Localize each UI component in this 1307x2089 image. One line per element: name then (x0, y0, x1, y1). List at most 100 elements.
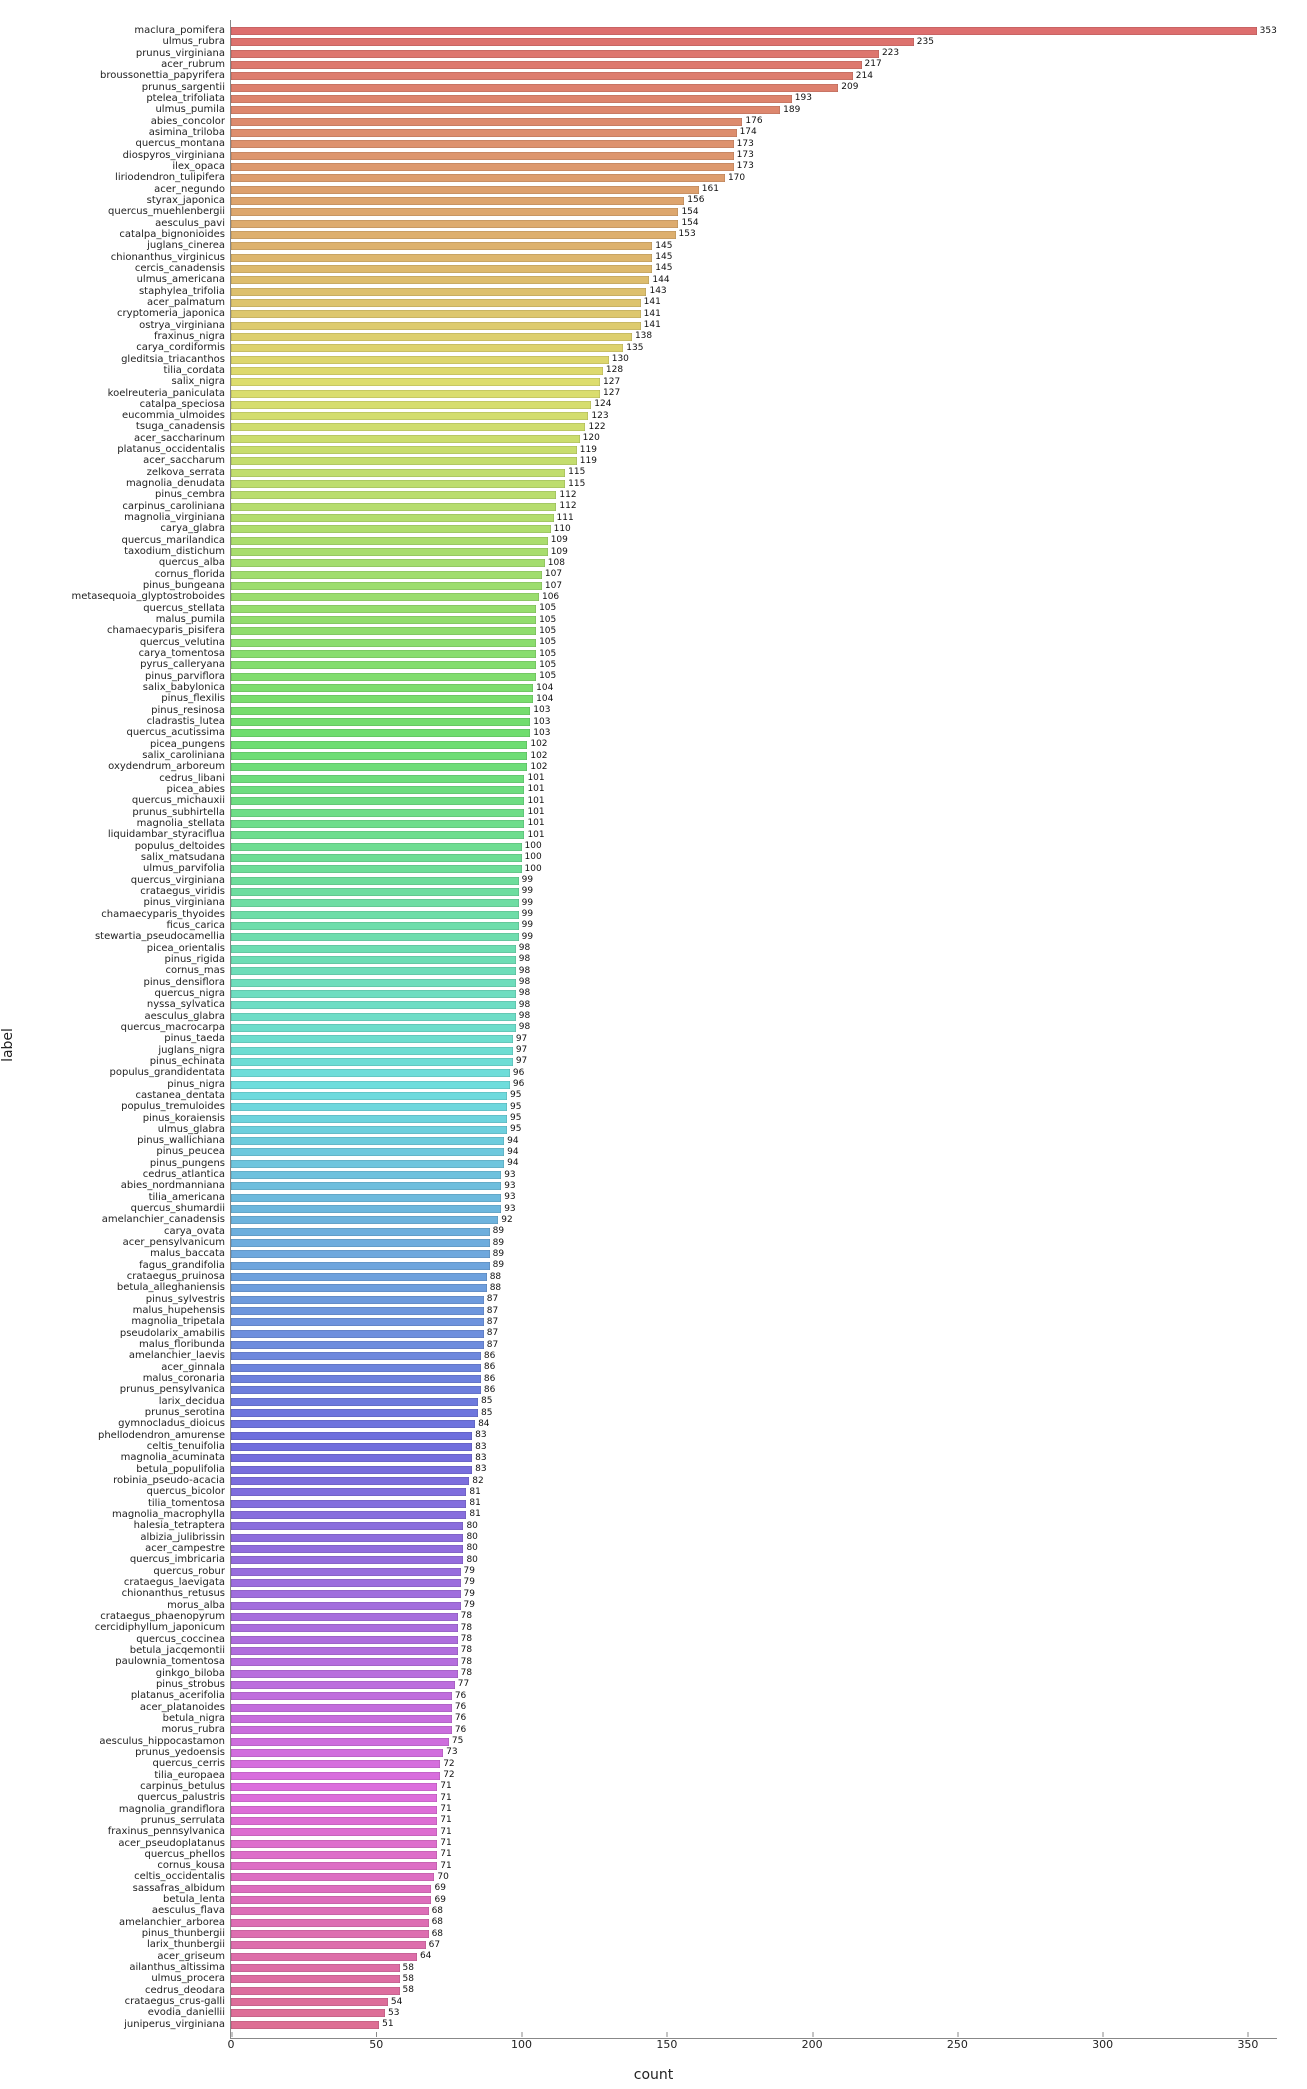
y-tick-label: pinus_sylvestris (146, 1295, 231, 1305)
x-tick-label: 100 (511, 2038, 532, 2051)
bar-value-label: 103 (533, 718, 550, 727)
bar (231, 106, 780, 114)
y-tick-label: aesculus_flava (152, 1906, 231, 1916)
bar (231, 129, 737, 137)
bar-row: fagus_grandifolia89 (231, 1261, 1277, 1271)
bar (231, 729, 530, 737)
bar-row: asimina_triloba174 (231, 128, 1277, 138)
bar-value-label: 93 (504, 1193, 515, 1202)
bar (231, 1873, 434, 1881)
y-tick-label: malus_floribunda (139, 1340, 231, 1350)
y-tick-label: picea_orientalis (147, 944, 231, 954)
y-tick-label: salix_nigra (171, 377, 231, 387)
bar-row: cedrus_libani101 (231, 774, 1277, 784)
y-tick-label: quercus_stellata (143, 604, 231, 614)
bar-row: quercus_nigra98 (231, 989, 1277, 999)
bar-row: aesculus_pavi154 (231, 219, 1277, 229)
bar-row: prunus_pensylvanica86 (231, 1385, 1277, 1395)
bar (231, 38, 914, 46)
bar-row: acer_campestre80 (231, 1544, 1277, 1554)
y-tick-label: chionanthus_virginicus (111, 253, 231, 263)
bar (231, 1715, 452, 1723)
y-tick-label: ailanthus_altissima (129, 1963, 231, 1973)
bar-value-label: 85 (481, 1409, 492, 1418)
bar-row: acer_palmatum141 (231, 298, 1277, 308)
x-tick-label: 350 (1237, 2038, 1258, 2051)
y-tick-label: oxydendrum_arboreum (108, 762, 231, 772)
bar-row: robinia_pseudo-acacia82 (231, 1476, 1277, 1486)
bar-value-label: 105 (539, 638, 556, 647)
bar (231, 1738, 449, 1746)
bar (231, 537, 548, 545)
bar (231, 639, 536, 647)
bar-row: malus_floribunda87 (231, 1340, 1277, 1350)
bar-value-label: 124 (594, 400, 611, 409)
bar (231, 1454, 472, 1462)
bar-value-label: 75 (452, 1737, 463, 1746)
bar (231, 310, 641, 318)
bar (231, 854, 522, 862)
bar (231, 1069, 510, 1077)
bar-row: juglans_cinerea145 (231, 241, 1277, 251)
bar-value-label: 71 (440, 1828, 451, 1837)
bar-value-label: 96 (513, 1069, 524, 1078)
y-tick-label: malus_coronaria (143, 1374, 231, 1384)
bar-row: prunus_yedoensis73 (231, 1748, 1277, 1758)
bar-row: ginkgo_biloba78 (231, 1669, 1277, 1679)
bar (231, 491, 556, 499)
bar-row: tilia_cordata128 (231, 366, 1277, 376)
bar (231, 1602, 461, 1610)
bar-row: quercus_acutissima103 (231, 728, 1277, 738)
y-tick-label: magnolia_tripetala (131, 1317, 231, 1327)
y-tick-label: crataegus_pruinosa (127, 1272, 231, 1282)
bar (231, 231, 676, 239)
bar-row: platanus_acerifolia76 (231, 1691, 1277, 1701)
bar-value-label: 100 (525, 865, 542, 874)
y-tick-label: cladrastis_lutea (147, 717, 231, 727)
bar-row: quercus_palustris71 (231, 1793, 1277, 1803)
y-tick-label: ulmus_glabra (158, 1125, 231, 1135)
bar-value-label: 73 (446, 1748, 457, 1757)
bar-value-label: 78 (461, 1635, 472, 1644)
bar (231, 899, 519, 907)
bar (231, 990, 516, 998)
bar-row: ulmus_glabra95 (231, 1125, 1277, 1135)
y-tick-label: fagus_grandifolia (139, 1261, 231, 1271)
bar-row: salix_babylonica104 (231, 683, 1277, 693)
bar (231, 1160, 504, 1168)
bar (231, 1375, 481, 1383)
y-tick-label: ulmus_procera (151, 1974, 231, 1984)
bar-value-label: 103 (533, 729, 550, 738)
bar-row: stewartia_pseudocamellia99 (231, 932, 1277, 942)
bar-value-label: 100 (525, 842, 542, 851)
bar (231, 1364, 481, 1372)
y-tick-label: quercus_bicolor (146, 1487, 231, 1497)
bar-value-label: 86 (484, 1352, 495, 1361)
y-tick-label: quercus_muehlenbergii (108, 207, 231, 217)
bar-value-label: 86 (484, 1363, 495, 1372)
bar-value-label: 154 (681, 219, 698, 228)
x-tick-label: 50 (369, 2038, 383, 2051)
bar-row: crataegus_laevigata79 (231, 1578, 1277, 1588)
bar-value-label: 93 (504, 1205, 515, 1214)
bar-row: ulmus_pumila189 (231, 105, 1277, 115)
y-tick-label: salix_matsudana (141, 853, 231, 863)
bar-row: taxodium_distichum109 (231, 547, 1277, 557)
bar-row: larix_thunbergii67 (231, 1940, 1277, 1950)
y-tick-label: populus_grandidentata (110, 1068, 231, 1078)
bar-row: prunus_serrulata71 (231, 1816, 1277, 1826)
bar-row: prunus_subhirtella101 (231, 808, 1277, 818)
y-tick-label: styrax_japonica (147, 196, 231, 206)
bar-value-label: 141 (644, 321, 661, 330)
bar-row: quercus_coccinea78 (231, 1635, 1277, 1645)
bar-row: pinus_nigra96 (231, 1080, 1277, 1090)
bar-row: malus_pumila105 (231, 615, 1277, 625)
figure: label count maclura_pomifera353ulmus_rub… (0, 0, 1307, 2089)
y-tick-label: broussonettia_papyrifera (100, 71, 231, 81)
bar-row: albizia_julibrissin80 (231, 1533, 1277, 1543)
bar-row: ostrya_virginiana141 (231, 321, 1277, 331)
y-tick-label: robinia_pseudo-acacia (113, 1476, 231, 1486)
y-tick-label: ostrya_virginiana (139, 321, 231, 331)
bar-value-label: 105 (539, 627, 556, 636)
bar-row: crataegus_pruinosa88 (231, 1272, 1277, 1282)
